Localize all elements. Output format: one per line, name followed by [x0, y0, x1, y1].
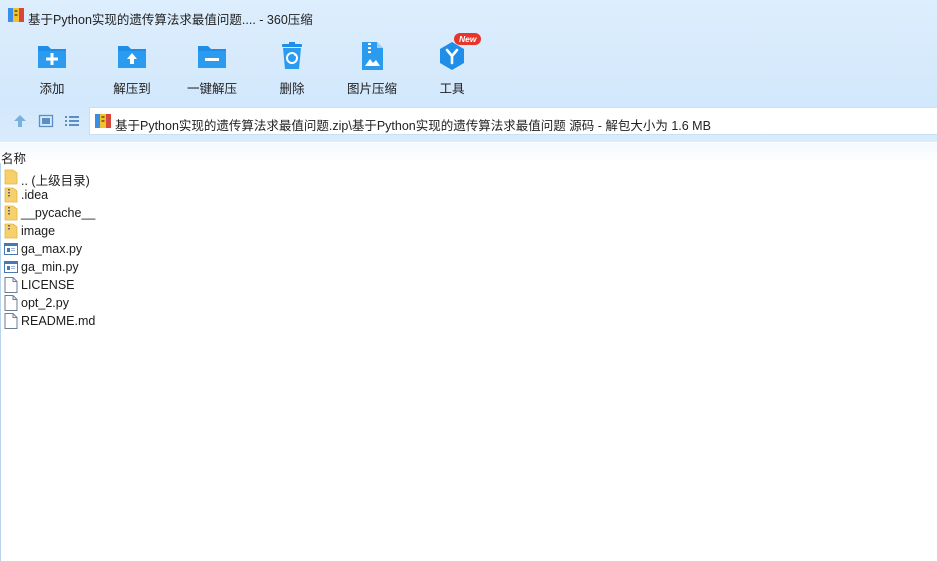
folder-icon	[4, 169, 18, 185]
file-list: .. (上级目录) .idea __pycache__ image ga_max…	[0, 168, 600, 330]
add-label: 添加	[39, 82, 65, 96]
delete-button[interactable]: 删除	[252, 36, 332, 98]
extract-to-button[interactable]: 解压到	[92, 36, 172, 98]
thumbnail-view-icon[interactable]	[38, 113, 54, 129]
add-folder-icon	[38, 46, 66, 68]
navigation-bar: 基于Python实现的遗传算法求最值问题.zip\基于Python实现的遗传算法…	[0, 106, 937, 136]
one-click-extract-label: 一键解压	[186, 82, 237, 96]
file-icon	[4, 295, 18, 311]
top-panel: 基于Python实现的遗传算法求最值问题.... - 360压缩 添加 解压到 …	[0, 0, 937, 142]
file-name: LICENSE	[21, 278, 75, 292]
file-name: .idea	[21, 188, 49, 202]
python-file-icon	[4, 261, 18, 273]
app-window: 基于Python实现的遗传算法求最值问题.... - 360压缩 添加 解压到 …	[0, 0, 937, 561]
image-compress-label: 图片压缩	[346, 82, 397, 96]
file-name: ga_min.py	[21, 260, 79, 274]
list-item[interactable]: image	[0, 222, 600, 240]
list-item[interactable]: LICENSE	[0, 276, 600, 294]
address-path: 基于Python实现的遗传算法求最值问题.zip\基于Python实现的遗传算法…	[115, 119, 711, 133]
zipped-folder-icon	[4, 187, 18, 203]
tools-label: 工具	[439, 82, 465, 96]
list-view-icon[interactable]	[64, 113, 80, 129]
file-name: image	[21, 224, 56, 238]
file-name: README.md	[21, 314, 96, 328]
one-click-extract-icon	[198, 46, 226, 68]
up-arrow-icon[interactable]	[12, 113, 28, 129]
extract-to-icon	[118, 46, 146, 68]
list-item[interactable]: .idea	[0, 186, 600, 204]
list-item[interactable]: .. (上级目录)	[0, 168, 600, 188]
list-item[interactable]: opt_2.py	[0, 294, 600, 312]
archive-icon	[95, 114, 111, 128]
file-icon	[4, 277, 18, 293]
tools-button[interactable]: New 工具	[412, 33, 492, 98]
file-name: ga_max.py	[21, 242, 83, 256]
delete-label: 删除	[279, 82, 305, 96]
one-click-extract-button[interactable]: 一键解压	[172, 36, 252, 98]
image-compress-icon	[362, 42, 383, 70]
address-bar[interactable]: 基于Python实现的遗传算法求最值问题.zip\基于Python实现的遗传算法…	[89, 107, 937, 135]
new-badge: New	[454, 33, 482, 45]
recycle-bin-icon	[282, 42, 302, 69]
list-item[interactable]: __pycache__	[0, 204, 600, 222]
zipped-folder-icon	[4, 223, 18, 239]
list-item[interactable]: ga_min.py	[0, 258, 600, 276]
list-item[interactable]: README.md	[0, 312, 600, 330]
column-header-name[interactable]: 名称	[1, 148, 26, 167]
zipped-folder-icon	[4, 205, 18, 221]
file-name: opt_2.py	[21, 296, 69, 310]
list-header: 名称	[0, 143, 937, 166]
title-bar: 基于Python实现的遗传算法求最值问题.... - 360压缩	[0, 0, 937, 30]
image-compress-button[interactable]: 图片压缩	[332, 36, 412, 98]
python-file-icon	[4, 243, 18, 255]
file-icon	[4, 313, 18, 329]
add-button[interactable]: 添加	[12, 36, 92, 98]
list-item[interactable]: ga_max.py	[0, 240, 600, 258]
file-name: __pycache__	[21, 206, 96, 220]
archive-icon	[8, 8, 24, 22]
extract-to-label: 解压到	[113, 82, 151, 96]
window-title: 基于Python实现的遗传算法求最值问题.... - 360压缩	[28, 13, 313, 27]
